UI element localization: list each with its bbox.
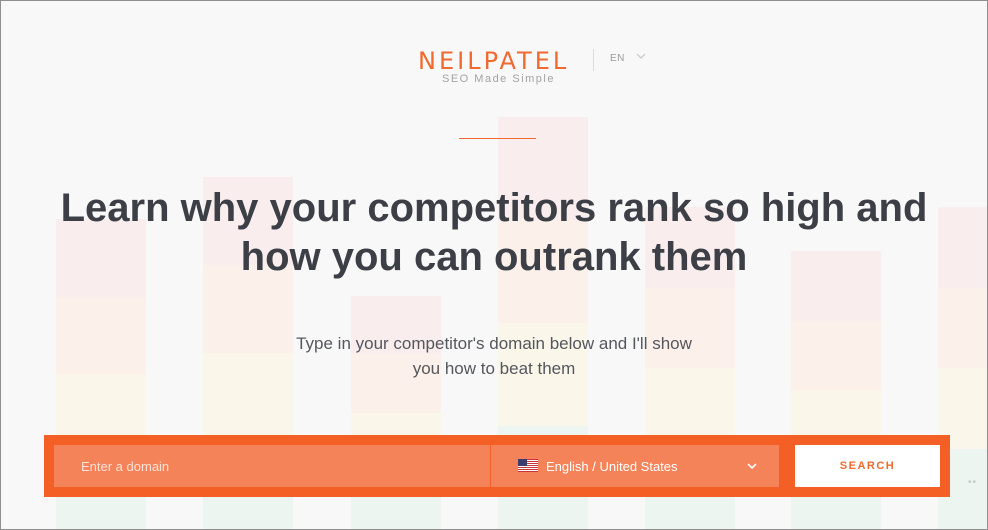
page-frame: NEILPATEL SEO Made Simple EN Learn why y… xyxy=(0,0,988,530)
site-tagline: SEO Made Simple xyxy=(442,73,555,85)
page-headline: Learn why your competitors rank so high … xyxy=(1,184,987,282)
locale-label: English / United States xyxy=(546,459,678,474)
accent-divider xyxy=(459,138,536,139)
subtext-line-1: Type in your competitor's domain below a… xyxy=(296,334,692,353)
search-form: English / United States SEARCH xyxy=(44,435,950,497)
site-header: NEILPATEL SEO Made Simple EN xyxy=(1,47,987,91)
chevron-down-icon xyxy=(747,463,757,470)
locale-select[interactable]: English / United States xyxy=(491,445,779,487)
search-button[interactable]: SEARCH xyxy=(795,445,940,487)
site-logo[interactable]: NEILPATEL xyxy=(418,47,569,75)
page-subtext: Type in your competitor's domain below a… xyxy=(1,331,987,381)
subtext-line-2: you how to beat them xyxy=(412,359,576,378)
headline-line-1: Learn why your competitors rank so high … xyxy=(60,186,928,230)
more-dots-icon: •• xyxy=(968,477,978,488)
header-divider xyxy=(593,49,594,71)
chevron-down-icon xyxy=(636,53,646,59)
language-label: EN xyxy=(610,53,625,64)
headline-line-2: how you can outrank them xyxy=(240,235,748,279)
domain-input[interactable] xyxy=(54,445,490,487)
us-flag-icon xyxy=(518,459,538,472)
